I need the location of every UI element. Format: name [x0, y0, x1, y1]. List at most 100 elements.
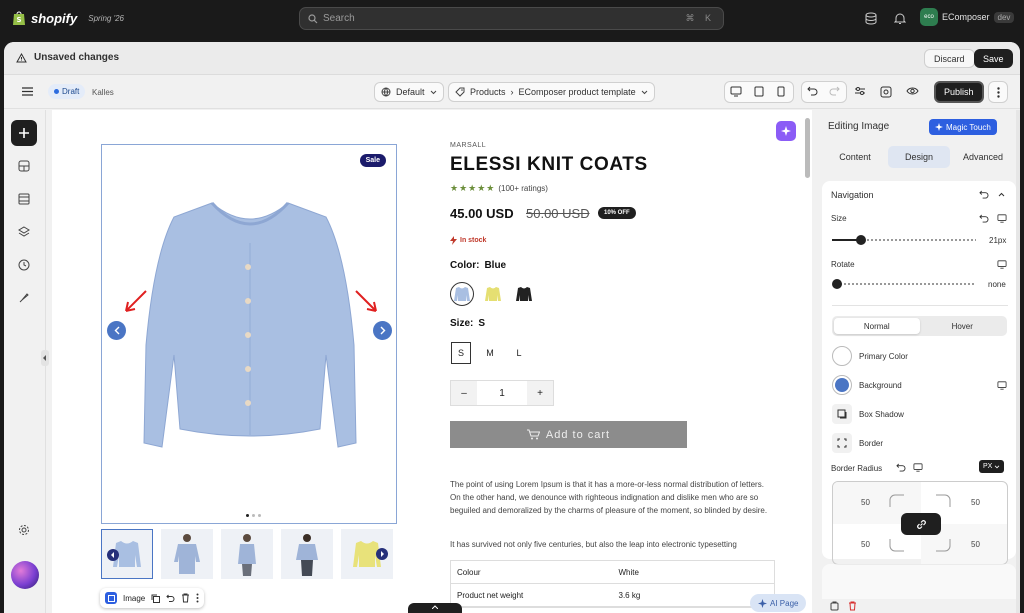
- copy-icon[interactable]: [830, 601, 839, 611]
- more-menu-button[interactable]: [988, 81, 1008, 103]
- reset-icon[interactable]: [166, 594, 175, 603]
- magic-sparkle-button[interactable]: [776, 121, 796, 141]
- panel-scrollbar[interactable]: [1016, 110, 1020, 613]
- thumbnail-2[interactable]: [161, 529, 213, 579]
- thumbnail-5[interactable]: [341, 529, 393, 579]
- store-switcher[interactable]: eco EComposer dev: [920, 8, 1015, 26]
- lightning-icon: [450, 236, 457, 245]
- radius-top-left-input[interactable]: 50: [861, 498, 870, 507]
- pagination-dot[interactable]: [252, 514, 255, 517]
- pagination-dot-active[interactable]: [246, 514, 249, 517]
- radius-bottom-right-input[interactable]: 50: [971, 540, 980, 549]
- box-shadow-button[interactable]: [832, 404, 852, 424]
- primary-color-swatch[interactable]: [832, 346, 852, 366]
- reset-icon[interactable]: [979, 214, 989, 223]
- discard-button[interactable]: Discard: [924, 49, 975, 68]
- inspect-icon[interactable]: [880, 86, 892, 98]
- database-icon[interactable]: [865, 12, 879, 26]
- trash-icon[interactable]: [181, 593, 190, 603]
- size-option-m[interactable]: M: [480, 342, 500, 364]
- product-main-image[interactable]: Sale: [101, 144, 397, 524]
- size-option-s[interactable]: S: [451, 342, 471, 364]
- layers-icon[interactable]: [14, 222, 34, 242]
- next-image-button[interactable]: [373, 321, 392, 340]
- add-element-button[interactable]: [11, 120, 37, 146]
- sections-icon[interactable]: [14, 156, 34, 176]
- chevron-up-icon[interactable]: [998, 192, 1005, 197]
- layout-icon[interactable]: [14, 189, 34, 209]
- tab-design[interactable]: Design: [888, 146, 950, 168]
- ai-page-button[interactable]: AI Page: [750, 594, 807, 612]
- border-button[interactable]: [832, 433, 852, 453]
- tab-content[interactable]: Content: [824, 146, 886, 168]
- rotate-slider-knob[interactable]: [832, 279, 842, 289]
- duplicate-icon[interactable]: [151, 594, 161, 603]
- section-title[interactable]: Navigation: [831, 190, 874, 200]
- save-button[interactable]: Save: [974, 49, 1013, 68]
- product-rating: ★★★★★ (100+ ratings): [450, 183, 548, 194]
- desktop-icon[interactable]: [997, 381, 1007, 390]
- search-input[interactable]: Search ⌘ K: [299, 7, 724, 30]
- radius-top-right-input[interactable]: 50: [971, 498, 980, 507]
- more-vertical-icon[interactable]: [196, 593, 199, 603]
- ai-assistant-orb[interactable]: [11, 561, 39, 589]
- history-clock-icon[interactable]: [14, 255, 34, 275]
- size-slider[interactable]: [832, 235, 976, 245]
- unsaved-changes-bar: Unsaved changes Discard Save: [4, 42, 1020, 75]
- unsaved-message: Unsaved changes: [34, 52, 120, 63]
- tablet-icon[interactable]: [754, 86, 764, 97]
- desktop-icon[interactable]: [913, 463, 923, 472]
- state-hover[interactable]: Hover: [920, 318, 1006, 334]
- link-radius-button[interactable]: [901, 513, 941, 535]
- swatch-blue[interactable]: [450, 282, 474, 306]
- canvas-scrollbar[interactable]: [805, 118, 810, 178]
- radius-bottom-left-input[interactable]: 50: [861, 540, 870, 549]
- thumbnail-1[interactable]: [101, 529, 153, 579]
- settings-sliders-icon[interactable]: [854, 86, 866, 96]
- store-name: EComposer: [942, 12, 990, 22]
- pagination-dot[interactable]: [258, 514, 261, 517]
- state-normal[interactable]: Normal: [834, 318, 920, 334]
- thumb-next-button[interactable]: [376, 548, 388, 560]
- reset-icon[interactable]: [896, 463, 906, 472]
- background-color-swatch[interactable]: [832, 375, 852, 395]
- thumb-prev-button[interactable]: [107, 549, 119, 561]
- preview-eye-icon[interactable]: [906, 86, 919, 96]
- unit-select[interactable]: PX: [979, 460, 1005, 473]
- menu-icon[interactable]: [22, 87, 33, 96]
- rotate-slider-track[interactable]: [836, 283, 976, 285]
- bell-icon[interactable]: [894, 12, 908, 26]
- redo-icon[interactable]: [829, 86, 840, 96]
- breadcrumb-separator: ›: [510, 87, 514, 97]
- theme-select[interactable]: Default: [374, 82, 444, 102]
- bottom-drawer-handle[interactable]: [408, 603, 462, 613]
- size-slider-knob[interactable]: [856, 235, 866, 245]
- qty-input[interactable]: 1: [477, 381, 527, 405]
- desktop-icon[interactable]: [997, 214, 1007, 223]
- swatch-black[interactable]: [512, 282, 536, 306]
- qty-minus-button[interactable]: –: [451, 381, 477, 405]
- qty-plus-button[interactable]: +: [527, 381, 553, 405]
- prev-image-button[interactable]: [107, 321, 126, 340]
- paint-icon[interactable]: [14, 288, 34, 308]
- magic-touch-button[interactable]: Magic Touch: [929, 119, 997, 135]
- size-option-l[interactable]: L: [509, 342, 529, 364]
- swatch-yellow[interactable]: [481, 282, 505, 306]
- sidebar-collapse-handle[interactable]: [41, 350, 49, 366]
- template-breadcrumb[interactable]: Products › EComposer product template: [448, 82, 655, 102]
- desktop-icon[interactable]: [997, 260, 1007, 269]
- desktop-icon[interactable]: [730, 86, 742, 97]
- publish-button[interactable]: Publish: [934, 81, 984, 103]
- delete-icon[interactable]: [848, 601, 857, 611]
- thumbnail-4[interactable]: [281, 529, 333, 579]
- settings-gear-icon[interactable]: [14, 520, 34, 540]
- shopify-logo[interactable]: S shopify Spring '26: [12, 10, 124, 26]
- reset-icon[interactable]: [979, 190, 989, 199]
- rating-count[interactable]: (100+ ratings): [498, 184, 548, 193]
- mobile-icon[interactable]: [777, 86, 785, 97]
- status-dot-icon: [54, 89, 59, 94]
- tab-advanced[interactable]: Advanced: [952, 146, 1014, 168]
- thumbnail-3[interactable]: [221, 529, 273, 579]
- undo-icon[interactable]: [807, 86, 818, 96]
- add-to-cart-button[interactable]: Add to cart: [450, 421, 687, 448]
